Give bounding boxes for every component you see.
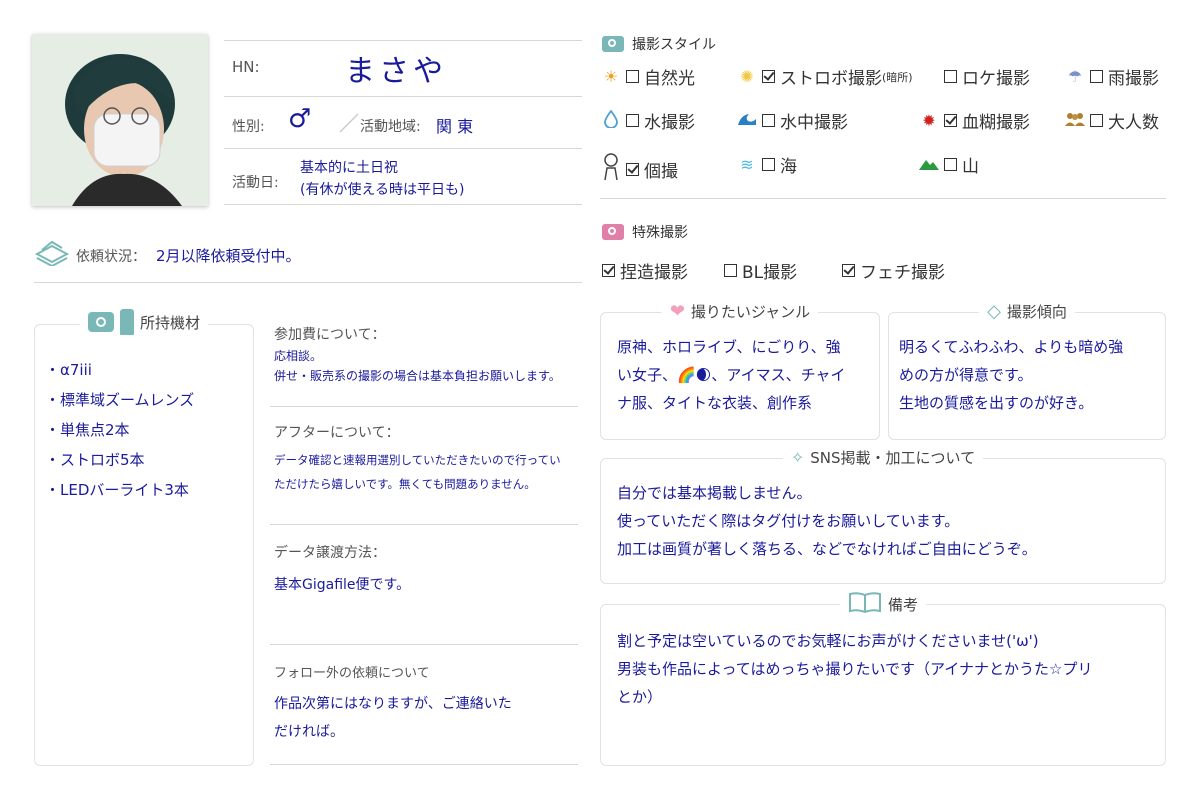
special-option-fetish[interactable]: フェチ撮影 [842,258,945,283]
style-option-rain[interactable]: ☂ 雨撮影 [1064,64,1159,89]
checkbox[interactable] [944,158,957,171]
special-section-title: 特殊撮影 [602,222,688,242]
checkbox[interactable] [626,162,639,176]
equipment-box: 所持機材 ・α7iii ・標準域ズームレンズ ・単焦点2本 ・ストロボ5本 ・L… [34,309,254,766]
style-option-location[interactable]: ロケ撮影 [944,64,1030,89]
non-follower-title: フォロー外の依頼について [274,666,430,681]
style-option-water[interactable]: 水撮影 [600,108,695,133]
blood-icon: ✹ [922,111,936,130]
checkbox[interactable] [762,114,775,127]
after-text: データ確認と速報用選別していただきたいので行ってい ただけたら嬉しいです。無くて… [274,453,561,491]
style-option-private[interactable]: 個撮 [600,152,678,186]
genre-box: ❤ 撮りたいジャンル 原神、ホロライブ、にごりり、強 い女子、🌈🌒、アイマス、チ… [600,301,880,440]
after-title: アフターについて： [274,425,400,441]
sns-title: ✧ SNS掲載・加工について [782,447,984,468]
style-option-mountain[interactable]: 山 [918,152,979,177]
list-item: ・ストロボ5本 [45,451,145,469]
hn-value: まさや [345,54,447,89]
style-section-title: 撮影スタイル [602,34,716,54]
genre-title: ❤ 撮りたいジャンル [661,301,819,322]
equipment-title: 所持機材 [79,309,209,335]
camera-icon [602,36,624,52]
mountain-icon [918,155,940,174]
special-option-fabricated[interactable]: 捏造撮影 [602,258,688,283]
light-stand-icon [119,309,134,335]
sun-icon: ☀ [603,67,619,86]
request-label: 依頼状況： [76,249,146,265]
data-transfer-title: データ譲渡方法： [274,545,386,561]
request-value: 2月以降依頼受付中。 [156,247,301,265]
notes-title: 備考 [839,591,927,617]
sea-icon: ≋ [740,155,754,174]
umbrella-icon: ☂ [1067,67,1083,86]
non-follower-text: 作品次第にはなりますが、ご連絡いた だければ。 [274,696,512,740]
notes-text: 割と予定は空いているのでお気軽にお声がけくださいませ('ω') 男装も作品によっ… [617,632,1093,706]
profile-photo [32,34,208,206]
tendency-box: ◇ 撮影傾向 明るくてふわふわ、よりも暗め強 めの方が得意です。 生地の質感を出… [888,301,1166,440]
fee-title: 参加費について： [274,327,386,343]
gender-label: 性別: [232,119,265,135]
camera-icon [602,224,624,240]
list-item: ・α7iii [45,361,92,379]
book-stack-icon [34,236,70,270]
style-option-strobe[interactable]: ✺ ストロボ撮影 (暗所) [736,64,912,89]
checkbox[interactable] [1090,70,1103,83]
checkbox[interactable] [626,70,639,83]
genre-text: 原神、ホロライブ、にごりり、強 い女子、🌈🌒、アイマス、チャイ ナ服、タイトな衣… [617,338,846,412]
fee-text: 応相談。 併せ・販売系の撮影の場合は基本負担お願いします。 [274,349,561,383]
book-icon [848,591,882,617]
checkbox[interactable] [724,264,737,277]
checkbox[interactable] [944,70,957,83]
style-option-natural-light[interactable]: ☀ 自然光 [600,64,695,89]
water-drop-icon [600,108,622,132]
tendency-title: ◇ 撮影傾向 [979,301,1075,322]
notes-box: 備考 割と予定は空いているのでお気軽にお声がけくださいませ('ω') 男装も作品… [600,591,1166,766]
slash-divider [338,110,362,134]
camera-icon [87,312,114,332]
style-option-sea[interactable]: ≋ 海 [736,152,797,177]
person-icon [600,152,622,186]
group-icon [1064,111,1086,130]
list-item: ・単焦点2本 [45,421,130,439]
area-value: 関 東 [436,117,474,136]
magic-wand-icon: ✧ [790,448,805,467]
tendency-text: 明るくてふわふわ、よりも暗め強 めの方が得意です。 生地の質感を出すのが好き。 [899,338,1124,412]
wave-icon [736,111,758,131]
strobe-icon: ✺ [740,67,754,86]
checkbox[interactable] [762,70,775,83]
days-value: 基本的に土日祝 (有休が使える時は平日も) [300,160,465,198]
checkbox[interactable] [842,264,855,277]
checkbox[interactable] [1090,114,1103,127]
sns-text: 自分では基本掲載しません。 使っていただく際はタグ付けをお願いしています。 加工… [617,484,1037,558]
data-transfer-value: 基本Gigafile便です。 [274,577,411,593]
equipment-list: ・α7iii ・標準域ズームレンズ ・単焦点2本 ・ストロボ5本 ・LEDバーラ… [45,359,194,509]
checkbox[interactable] [602,264,615,277]
list-item: ・LEDバーライト3本 [45,481,189,499]
hn-label: HN: [232,58,260,76]
checkbox[interactable] [626,114,639,127]
heart-icon: ❤ [669,301,685,322]
style-option-blood[interactable]: ✹ 血糊撮影 [918,108,1030,133]
area-label: 活動地域: [360,119,421,135]
checkbox[interactable] [944,114,957,127]
diamond-icon: ◇ [987,301,1001,322]
days-label: 活動日: [232,175,279,191]
sns-box: ✧ SNS掲載・加工について 自分では基本掲載しません。 使っていただく際はタグ… [600,447,1166,584]
checkbox[interactable] [762,158,775,171]
style-option-underwater[interactable]: 水中撮影 [736,108,848,133]
special-option-bl[interactable]: BL撮影 [724,258,797,283]
gender-value: ♂ [288,104,312,134]
style-option-large-group[interactable]: 大人数 [1064,108,1159,133]
list-item: ・標準域ズームレンズ [45,391,195,409]
